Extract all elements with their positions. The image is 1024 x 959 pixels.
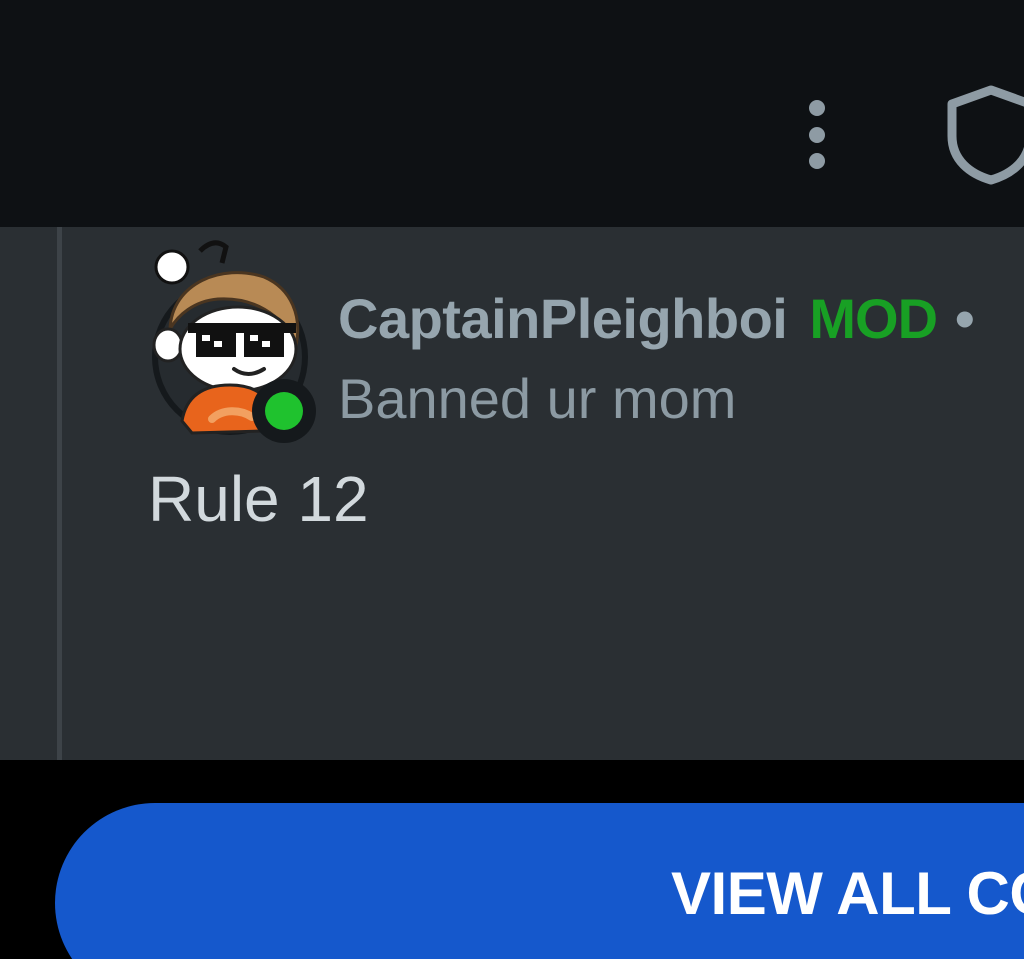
- top-toolbar: [0, 0, 1024, 227]
- app-screen: CaptainPleighboi MOD • Banned ur mom Rule …: [0, 0, 1024, 959]
- comment-body: Rule 12: [148, 463, 369, 535]
- author-name[interactable]: CaptainPleighboi: [338, 287, 788, 350]
- separator-dot: •: [955, 287, 975, 350]
- more-vertical-icon[interactable]: [796, 98, 838, 172]
- user-flair: Banned ur mom: [338, 367, 737, 430]
- view-all-comments-label: VIEW ALL COMMENTS: [671, 860, 1024, 927]
- comment-card: CaptainPleighboi MOD • Banned ur mom Rule …: [0, 227, 1024, 760]
- user-avatar[interactable]: [142, 233, 320, 445]
- author-row: CaptainPleighboi MOD •: [338, 287, 975, 351]
- view-all-comments-button[interactable]: VIEW ALL COMMENTS: [55, 803, 1024, 959]
- shield-icon[interactable]: [946, 84, 1024, 186]
- mod-badge: MOD: [809, 287, 938, 350]
- thread-line[interactable]: [57, 227, 62, 760]
